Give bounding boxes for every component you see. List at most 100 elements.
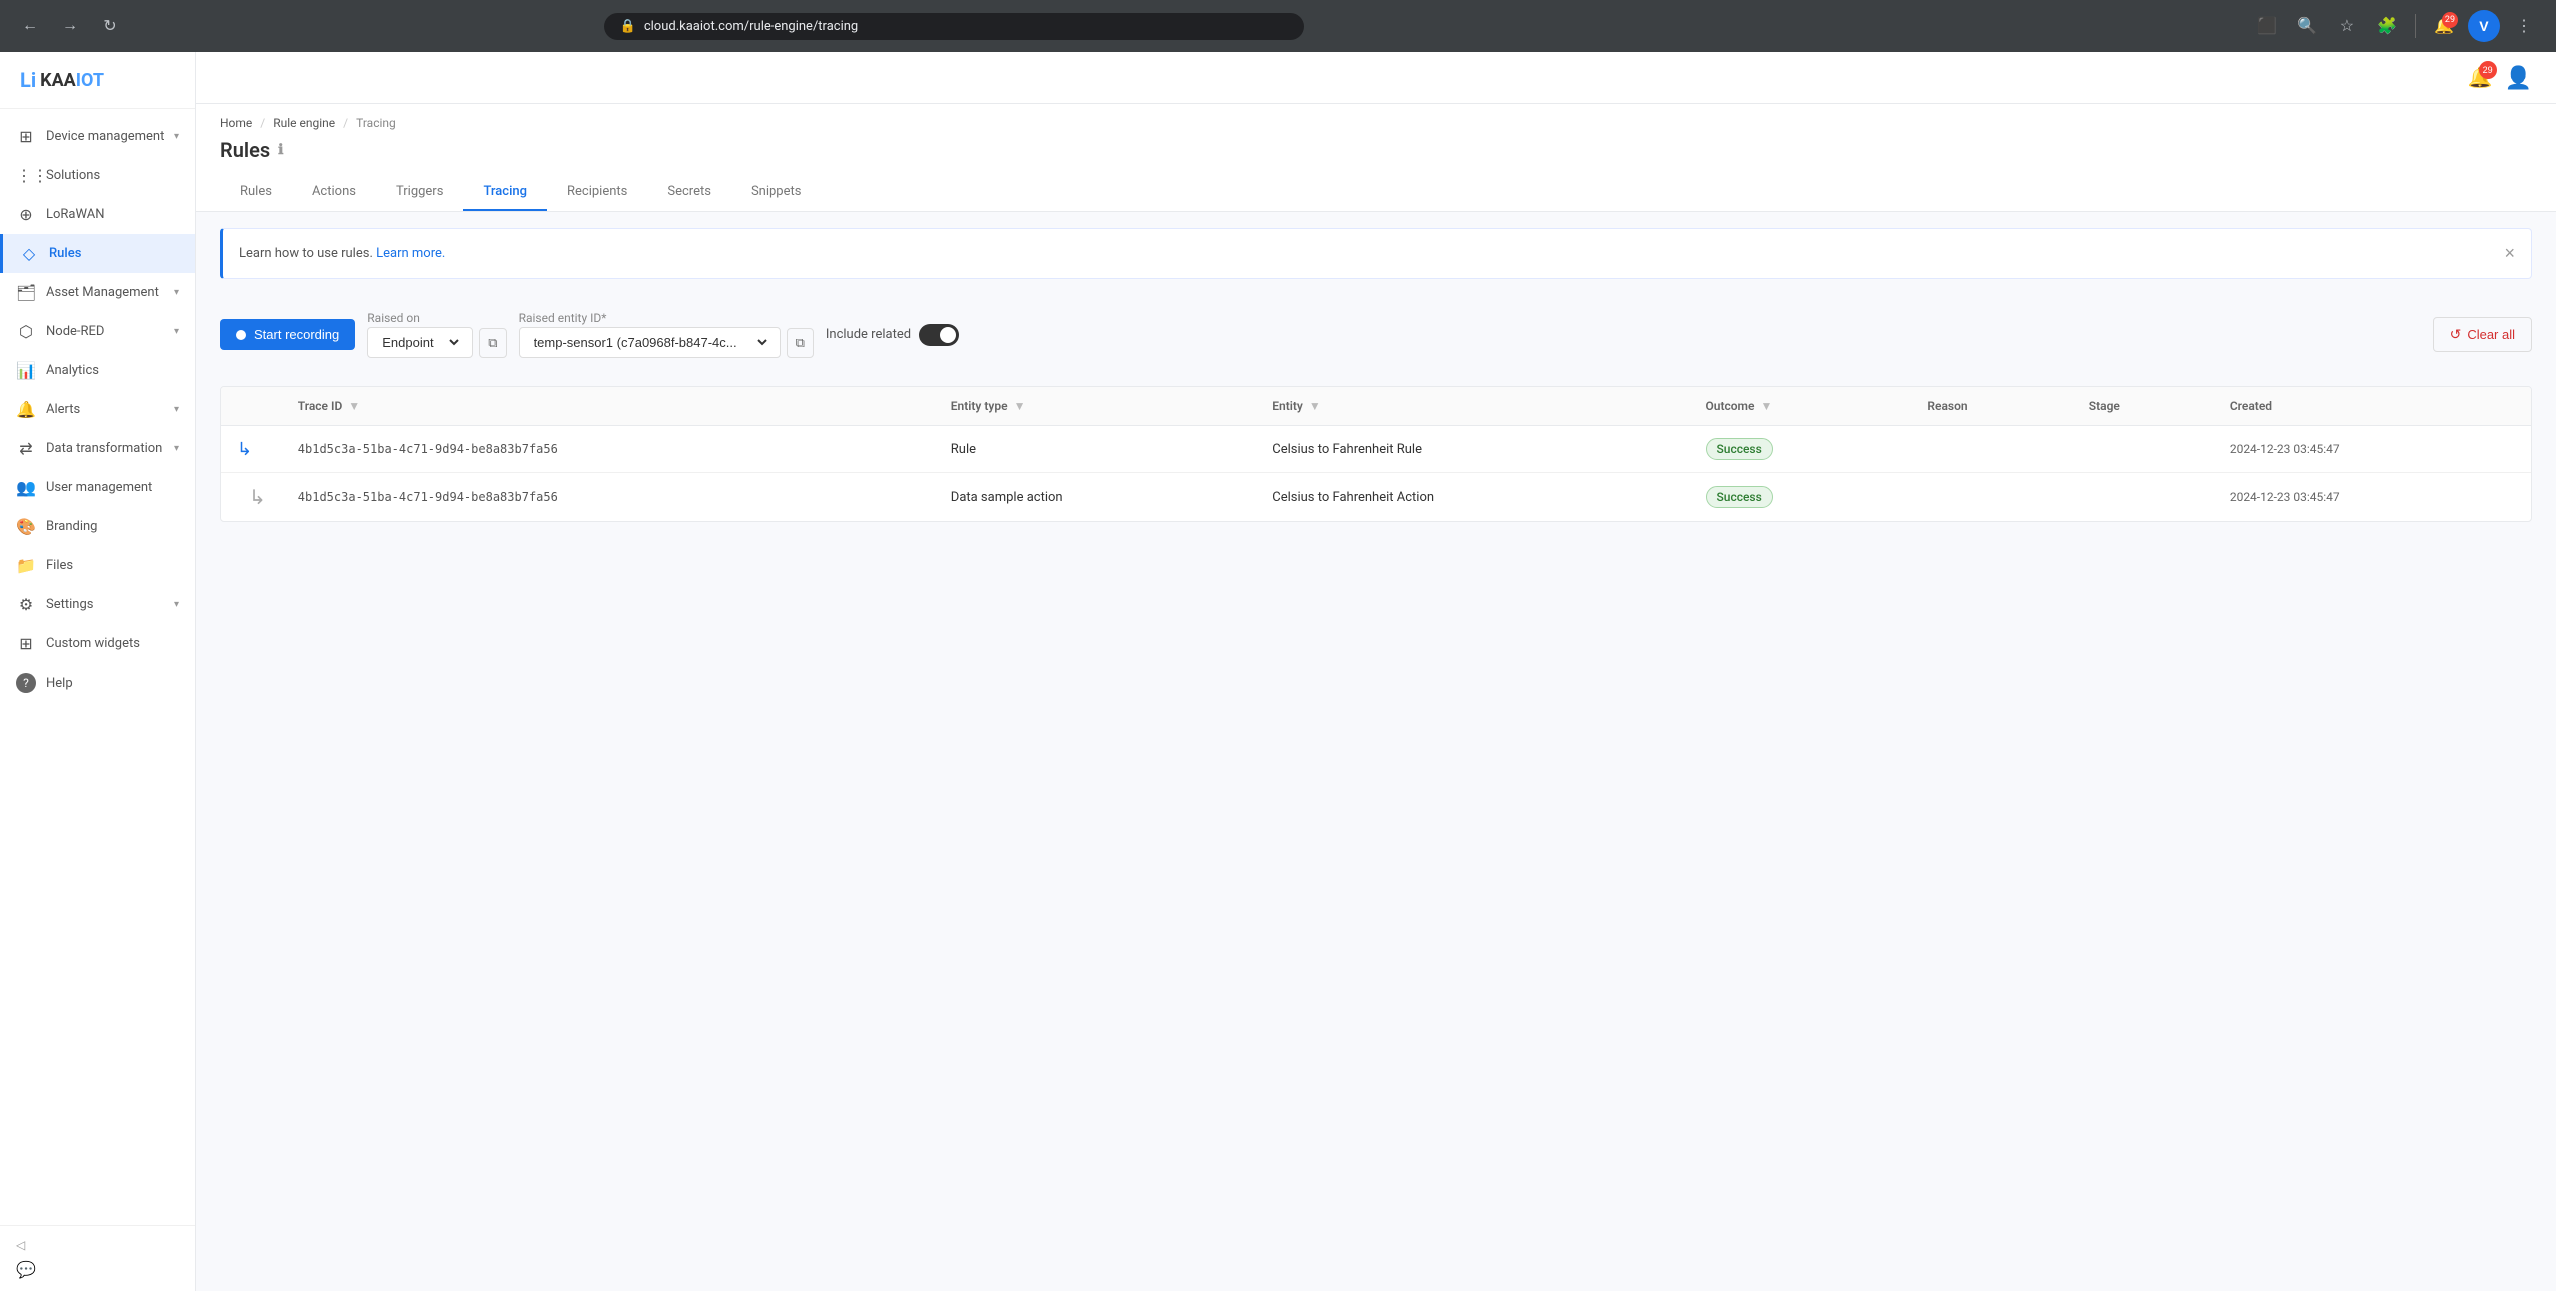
url-text: cloud.kaaiot.com/rule-engine/tracing: [644, 19, 858, 34]
sidebar-item-analytics[interactable]: 📊 Analytics: [0, 351, 195, 390]
collapse-sidebar-button[interactable]: ◁: [16, 1238, 25, 1252]
page-header: Home / Rule engine / Tracing Rules ℹ Rul…: [196, 104, 2556, 212]
address-bar[interactable]: 🔒 cloud.kaaiot.com/rule-engine/tracing: [604, 13, 1304, 40]
bookmark-button[interactable]: ☆: [2331, 10, 2363, 42]
sidebar-item-label: Device management: [46, 129, 164, 144]
chevron-icon: ▾: [174, 326, 179, 337]
chevron-icon: ▾: [174, 131, 179, 142]
zoom-button[interactable]: 🔍: [2291, 10, 2323, 42]
logo-icon: Li: [20, 68, 36, 92]
notification-badge: 29: [2442, 12, 2458, 28]
success-badge: Success: [1706, 486, 1773, 508]
chevron-icon: ▾: [174, 443, 179, 454]
info-icon[interactable]: ℹ: [278, 142, 283, 158]
row-expand-cell[interactable]: ↳: [221, 426, 282, 473]
filter-entity-type-icon[interactable]: ▼: [1014, 399, 1026, 413]
chevron-icon: ▾: [174, 599, 179, 610]
include-related-toggle[interactable]: [919, 324, 959, 346]
sidebar-item-alerts[interactable]: 🔔 Alerts ▾: [0, 390, 195, 429]
sidebar-item-files[interactable]: 📁 Files: [0, 546, 195, 585]
breadcrumb-home[interactable]: Home: [220, 116, 252, 130]
sidebar-item-data-transformation[interactable]: ⇄ Data transformation ▾: [0, 429, 195, 468]
filter-trace-id-icon[interactable]: ▼: [348, 399, 360, 413]
raised-on-dropdown[interactable]: Endpoint Device Application: [367, 327, 473, 358]
filter-outcome-icon[interactable]: ▼: [1760, 399, 1772, 413]
back-button[interactable]: ←: [16, 12, 44, 40]
sidebar-navigation: ⊞ Device management ▾ ⋮⋮ Solutions ⊕ LoR…: [0, 109, 195, 1225]
cell-entity-type: Rule: [935, 426, 1256, 473]
sidebar-item-settings[interactable]: ⚙ Settings ▾: [0, 585, 195, 624]
logo-name: KAAIOT: [40, 70, 104, 91]
reload-button[interactable]: ↻: [96, 12, 124, 40]
sidebar-item-label: User management: [46, 480, 152, 495]
user-profile-button[interactable]: 👤: [2505, 65, 2532, 91]
menu-button[interactable]: ⋮: [2508, 10, 2540, 42]
include-related-label: Include related: [826, 327, 911, 342]
sidebar-item-label: Solutions: [46, 168, 100, 183]
sidebar-item-node-red[interactable]: ⬡ Node-RED ▾: [0, 312, 195, 351]
sidebar-item-rules[interactable]: ◇ Rules: [0, 234, 195, 273]
rules-icon: ◇: [19, 244, 39, 263]
cell-entity: Celsius to Fahrenheit Action: [1256, 473, 1689, 522]
tab-actions[interactable]: Actions: [292, 174, 376, 211]
start-recording-button[interactable]: Start recording: [220, 319, 355, 350]
copy-raised-on-button[interactable]: ⧉: [479, 328, 506, 358]
tab-tracing[interactable]: Tracing: [463, 174, 547, 211]
extensions-button[interactable]: 🧩: [2371, 10, 2403, 42]
cell-reason: [1911, 426, 2072, 473]
analytics-icon: 📊: [16, 361, 36, 380]
lorawan-icon: ⊕: [16, 205, 36, 224]
collapse-icon: ◁: [16, 1238, 25, 1252]
th-reason: Reason: [1911, 387, 2072, 426]
learn-more-link[interactable]: Learn more.: [376, 246, 445, 261]
tab-triggers[interactable]: Triggers: [376, 174, 463, 211]
asset-management-icon: 🗂: [16, 283, 36, 302]
sidebar-item-solutions[interactable]: ⋮⋮ Solutions: [0, 156, 195, 195]
sidebar-item-label: Settings: [46, 597, 93, 612]
top-bar: 🔔 29 👤: [196, 52, 2556, 104]
clear-all-button[interactable]: ↺ Clear all: [2433, 317, 2532, 352]
sidebar-item-lorawan[interactable]: ⊕ LoRaWAN: [0, 195, 195, 234]
expand-row-icon[interactable]: ↳: [237, 439, 252, 460]
tab-secrets[interactable]: Secrets: [647, 174, 731, 211]
breadcrumb-current: Tracing: [356, 116, 396, 130]
content-area: Learn how to use rules. Learn more. × St…: [196, 212, 2556, 1291]
cell-created: 2024-12-23 03:45:47: [2214, 426, 2531, 473]
tab-rules[interactable]: Rules: [220, 174, 292, 211]
filter-entity-icon[interactable]: ▼: [1309, 399, 1321, 413]
row-expand-cell[interactable]: ↳: [221, 473, 282, 522]
sidebar-item-device-management[interactable]: ⊞ Device management ▾: [0, 117, 195, 156]
raised-on-select[interactable]: Endpoint Device Application: [378, 334, 462, 351]
notification-button: 🔔 29: [2428, 10, 2460, 42]
tab-recipients[interactable]: Recipients: [547, 174, 647, 211]
cell-entity-type: Data sample action: [935, 473, 1256, 522]
chevron-icon: ▾: [174, 404, 179, 415]
browser-chrome: ← → ↻ 🔒 cloud.kaaiot.com/rule-engine/tra…: [0, 0, 2556, 52]
breadcrumb-rule-engine[interactable]: Rule engine: [273, 116, 335, 130]
sidebar-item-branding[interactable]: 🎨 Branding: [0, 507, 195, 546]
sidebar-item-custom-widgets[interactable]: ⊞ Custom widgets: [0, 624, 195, 663]
cast-button[interactable]: ⬛: [2251, 10, 2283, 42]
breadcrumb: Home / Rule engine / Tracing: [220, 116, 2532, 130]
close-banner-button[interactable]: ×: [2504, 243, 2515, 264]
entity-id-dropdown[interactable]: temp-sensor1 (c7a0968f-b847-4c...: [519, 327, 781, 358]
sidebar-item-help[interactable]: ? Help: [0, 663, 195, 703]
sidebar-item-asset-management[interactable]: 🗂 Asset Management ▾: [0, 273, 195, 312]
cell-reason: [1911, 473, 2072, 522]
sidebar-logo: Li KAAIOT: [0, 52, 195, 109]
tab-snippets[interactable]: Snippets: [731, 174, 822, 211]
entity-id-select[interactable]: temp-sensor1 (c7a0968f-b847-4c...: [530, 334, 770, 351]
sidebar-item-user-management[interactable]: 👥 User management: [0, 468, 195, 507]
sidebar-footer: ◁ 💬: [0, 1225, 195, 1291]
notification-icon-button[interactable]: 🔔 29: [2468, 65, 2493, 90]
user-avatar[interactable]: V: [2468, 10, 2500, 42]
cell-created: 2024-12-23 03:45:47: [2214, 473, 2531, 522]
settings-icon: ⚙: [16, 595, 36, 614]
sidebar-item-label: Custom widgets: [46, 636, 140, 651]
sidebar-item-label: Help: [46, 676, 73, 691]
forward-button[interactable]: →: [56, 12, 84, 40]
solutions-icon: ⋮⋮: [16, 166, 36, 185]
sidebar-item-label: Files: [46, 558, 73, 573]
copy-entity-id-button[interactable]: ⧉: [787, 328, 814, 358]
tracing-toolbar: Start recording Raised on Endpoint Devic…: [220, 299, 2532, 370]
